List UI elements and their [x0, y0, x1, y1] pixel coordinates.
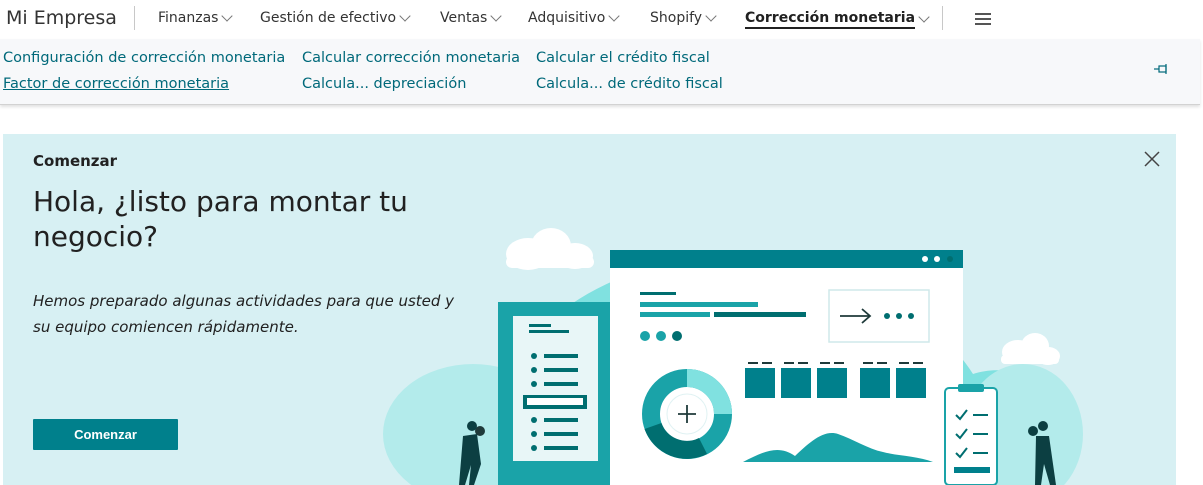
top-navigation: Mi Empresa Finanzas Gestión de efectivo …: [0, 0, 1203, 38]
chevron-down-icon: [399, 9, 411, 22]
chevron-down-icon: [705, 9, 717, 22]
nav-item-label: Gestión de efectivo: [260, 10, 397, 26]
chevron-down-icon: [490, 9, 503, 22]
hamburger-icon[interactable]: [975, 13, 991, 25]
nav-item-shopify[interactable]: Shopify: [650, 9, 717, 26]
nav-item-label: Ventas: [440, 10, 488, 26]
nav-divider: [942, 6, 943, 30]
nav-item-ventas[interactable]: Ventas: [440, 9, 503, 26]
nav-item-label: Shopify: [650, 10, 703, 26]
nav-item-label: Corrección monetaria: [745, 10, 916, 29]
close-icon[interactable]: [1143, 150, 1161, 168]
nav-item-label: Finanzas: [158, 10, 219, 26]
chevron-down-icon: [608, 9, 620, 22]
action-calcula-depreciacion[interactable]: Calcula... depreciación: [302, 76, 466, 92]
nav-item-adquisitivo[interactable]: Adquisitivo: [528, 9, 620, 26]
nav-item-finanzas[interactable]: Finanzas: [158, 9, 234, 26]
action-calcula-credito-fiscal[interactable]: Calcula... de crédito fiscal: [536, 76, 723, 92]
get-started-button[interactable]: Comenzar: [33, 419, 178, 450]
chevron-down-icon: [221, 9, 234, 22]
pin-icon[interactable]: [1153, 63, 1171, 75]
banner-description: Hemos preparado algunas actividades para…: [33, 292, 455, 336]
action-calcular-credito-fiscal[interactable]: Calcular el crédito fiscal: [536, 50, 710, 66]
company-name[interactable]: Mi Empresa: [6, 7, 117, 29]
nav-divider: [134, 6, 135, 30]
nav-item-gestion-de-efectivo[interactable]: Gestión de efectivo: [260, 9, 411, 26]
banner-eyebrow: Comenzar: [33, 152, 118, 170]
action-bar: Configuración de corrección monetaria Fa…: [0, 39, 1200, 105]
nav-item-correccion-monetaria[interactable]: Corrección monetaria: [745, 10, 930, 29]
chevron-down-icon: [918, 11, 930, 23]
getting-started-banner: Comenzar Hola, ¿listo para montar tu neg…: [3, 134, 1176, 485]
nav-item-label: Adquisitivo: [528, 10, 606, 26]
action-calcular-correccion[interactable]: Calcular corrección monetaria: [302, 50, 520, 66]
action-configuracion-correccion[interactable]: Configuración de corrección monetaria: [3, 50, 285, 66]
action-factor-correccion[interactable]: Factor de corrección monetaria: [3, 76, 229, 92]
banner-headline: Hola, ¿listo para montar tu negocio?: [33, 185, 408, 253]
